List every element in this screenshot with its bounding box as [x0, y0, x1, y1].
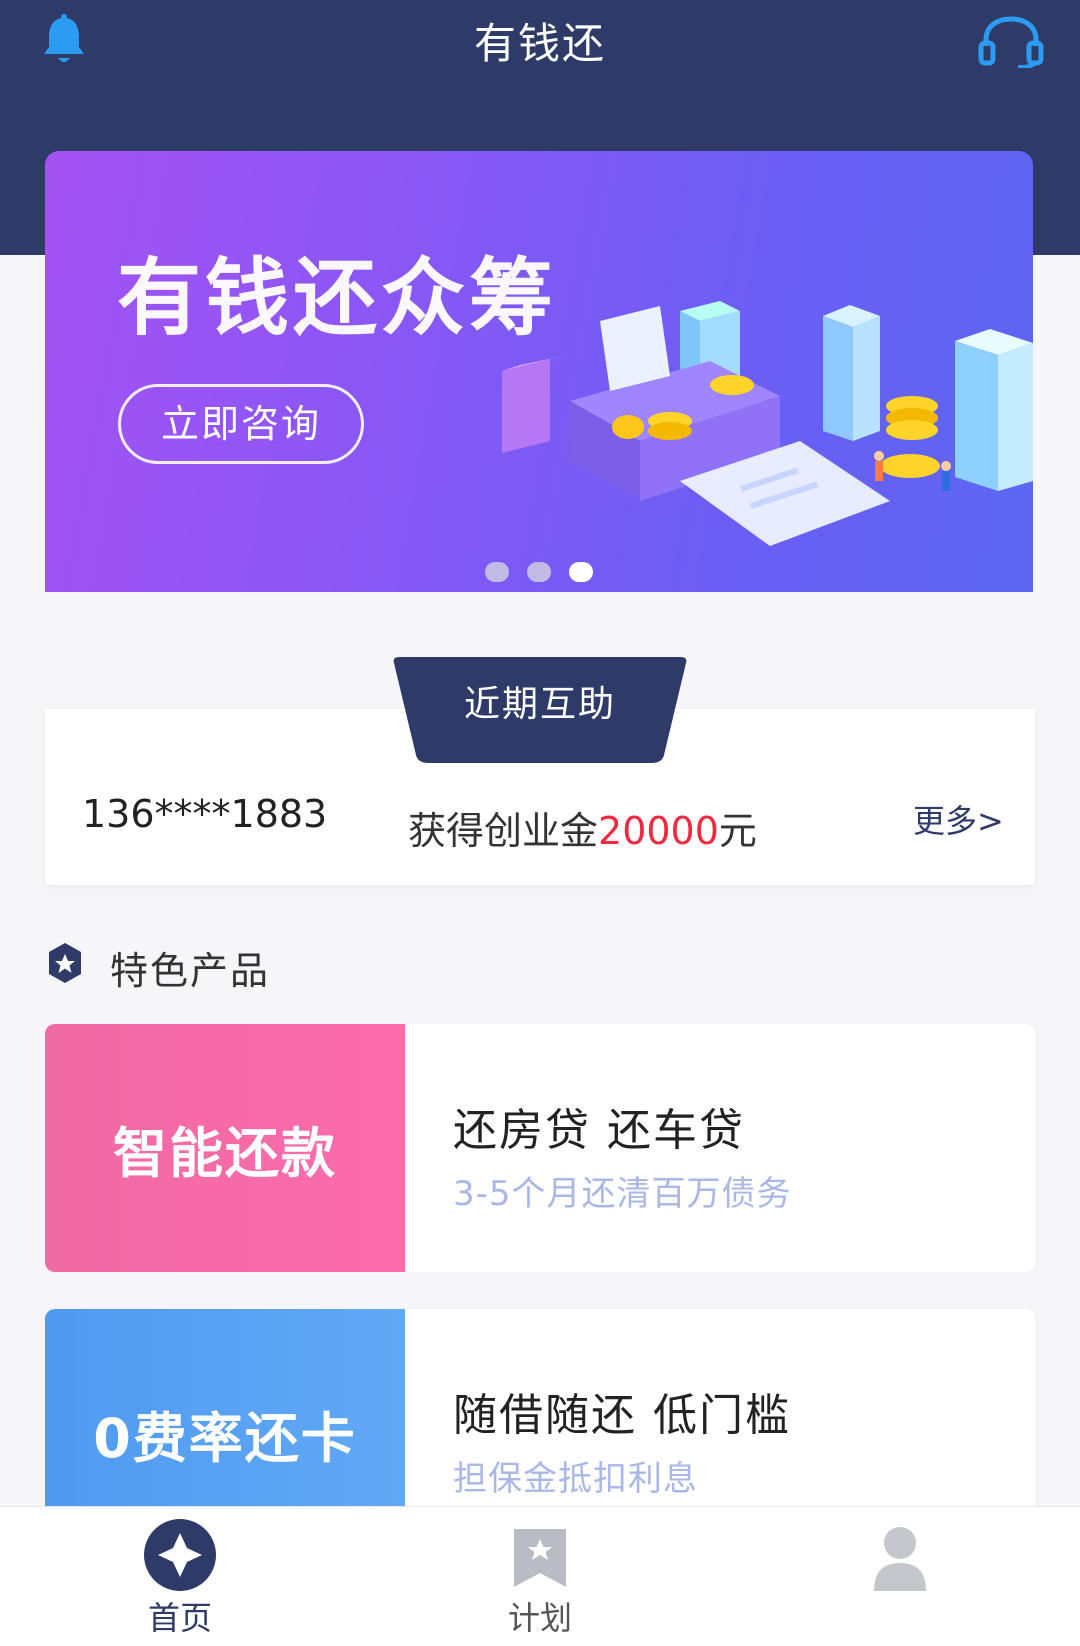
printer-coins-illustration — [502, 301, 1033, 546]
feed-phone: 136****1883 — [82, 792, 328, 836]
diamond-icon — [144, 1519, 216, 1591]
more-link[interactable]: 更多> — [913, 796, 1004, 842]
product-headline: 还房贷 还车贷 — [453, 1105, 745, 1156]
carousel-dots[interactable] — [45, 562, 1033, 582]
tab-home[interactable]: 首页 — [80, 1507, 280, 1646]
top-bar: 有钱还 — [0, 0, 1080, 80]
bookmark-star-icon — [514, 1529, 566, 1587]
section-title: 特色产品 — [110, 949, 271, 993]
feed-amount: 20000 — [598, 809, 719, 853]
carousel-dot[interactable] — [485, 562, 509, 582]
consult-button[interactable]: 立即咨询 — [118, 384, 364, 464]
bottom-tab-bar: 首页 计划 — [0, 1506, 1080, 1646]
tab-plan[interactable]: 计划 — [440, 1507, 640, 1646]
feed-message: 获得创业金20000元 — [408, 800, 757, 855]
product-subtitle: 担保金抵扣利息 — [453, 1459, 698, 1499]
tab-home-label: 首页 — [147, 1599, 212, 1637]
carousel-dot-active[interactable] — [569, 562, 593, 582]
feed-text-suffix: 元 — [718, 809, 757, 853]
headset-icon[interactable] — [978, 16, 1044, 68]
product-headline: 随借随还 低门槛 — [453, 1390, 791, 1441]
tab-me[interactable] — [800, 1507, 1000, 1646]
product-card-smart-repay[interactable]: 智能还款 还房贷 还车贷 3-5个月还清百万债务 — [45, 1024, 1035, 1272]
star-badge-icon — [49, 943, 81, 983]
app-title: 有钱还 — [473, 19, 606, 68]
feed-text-prefix: 获得创业金 — [408, 809, 599, 853]
carousel-dot[interactable] — [527, 562, 551, 582]
tab-plan-label: 计划 — [507, 1599, 572, 1637]
user-icon — [874, 1527, 926, 1591]
promo-banner[interactable]: 有钱还众筹 立即咨询 — [45, 151, 1033, 592]
product-subtitle: 3-5个月还清百万债务 — [453, 1174, 792, 1214]
product-tag: 智能还款 — [45, 1024, 405, 1272]
recent-help-tab-label: 近期互助 — [463, 684, 616, 725]
